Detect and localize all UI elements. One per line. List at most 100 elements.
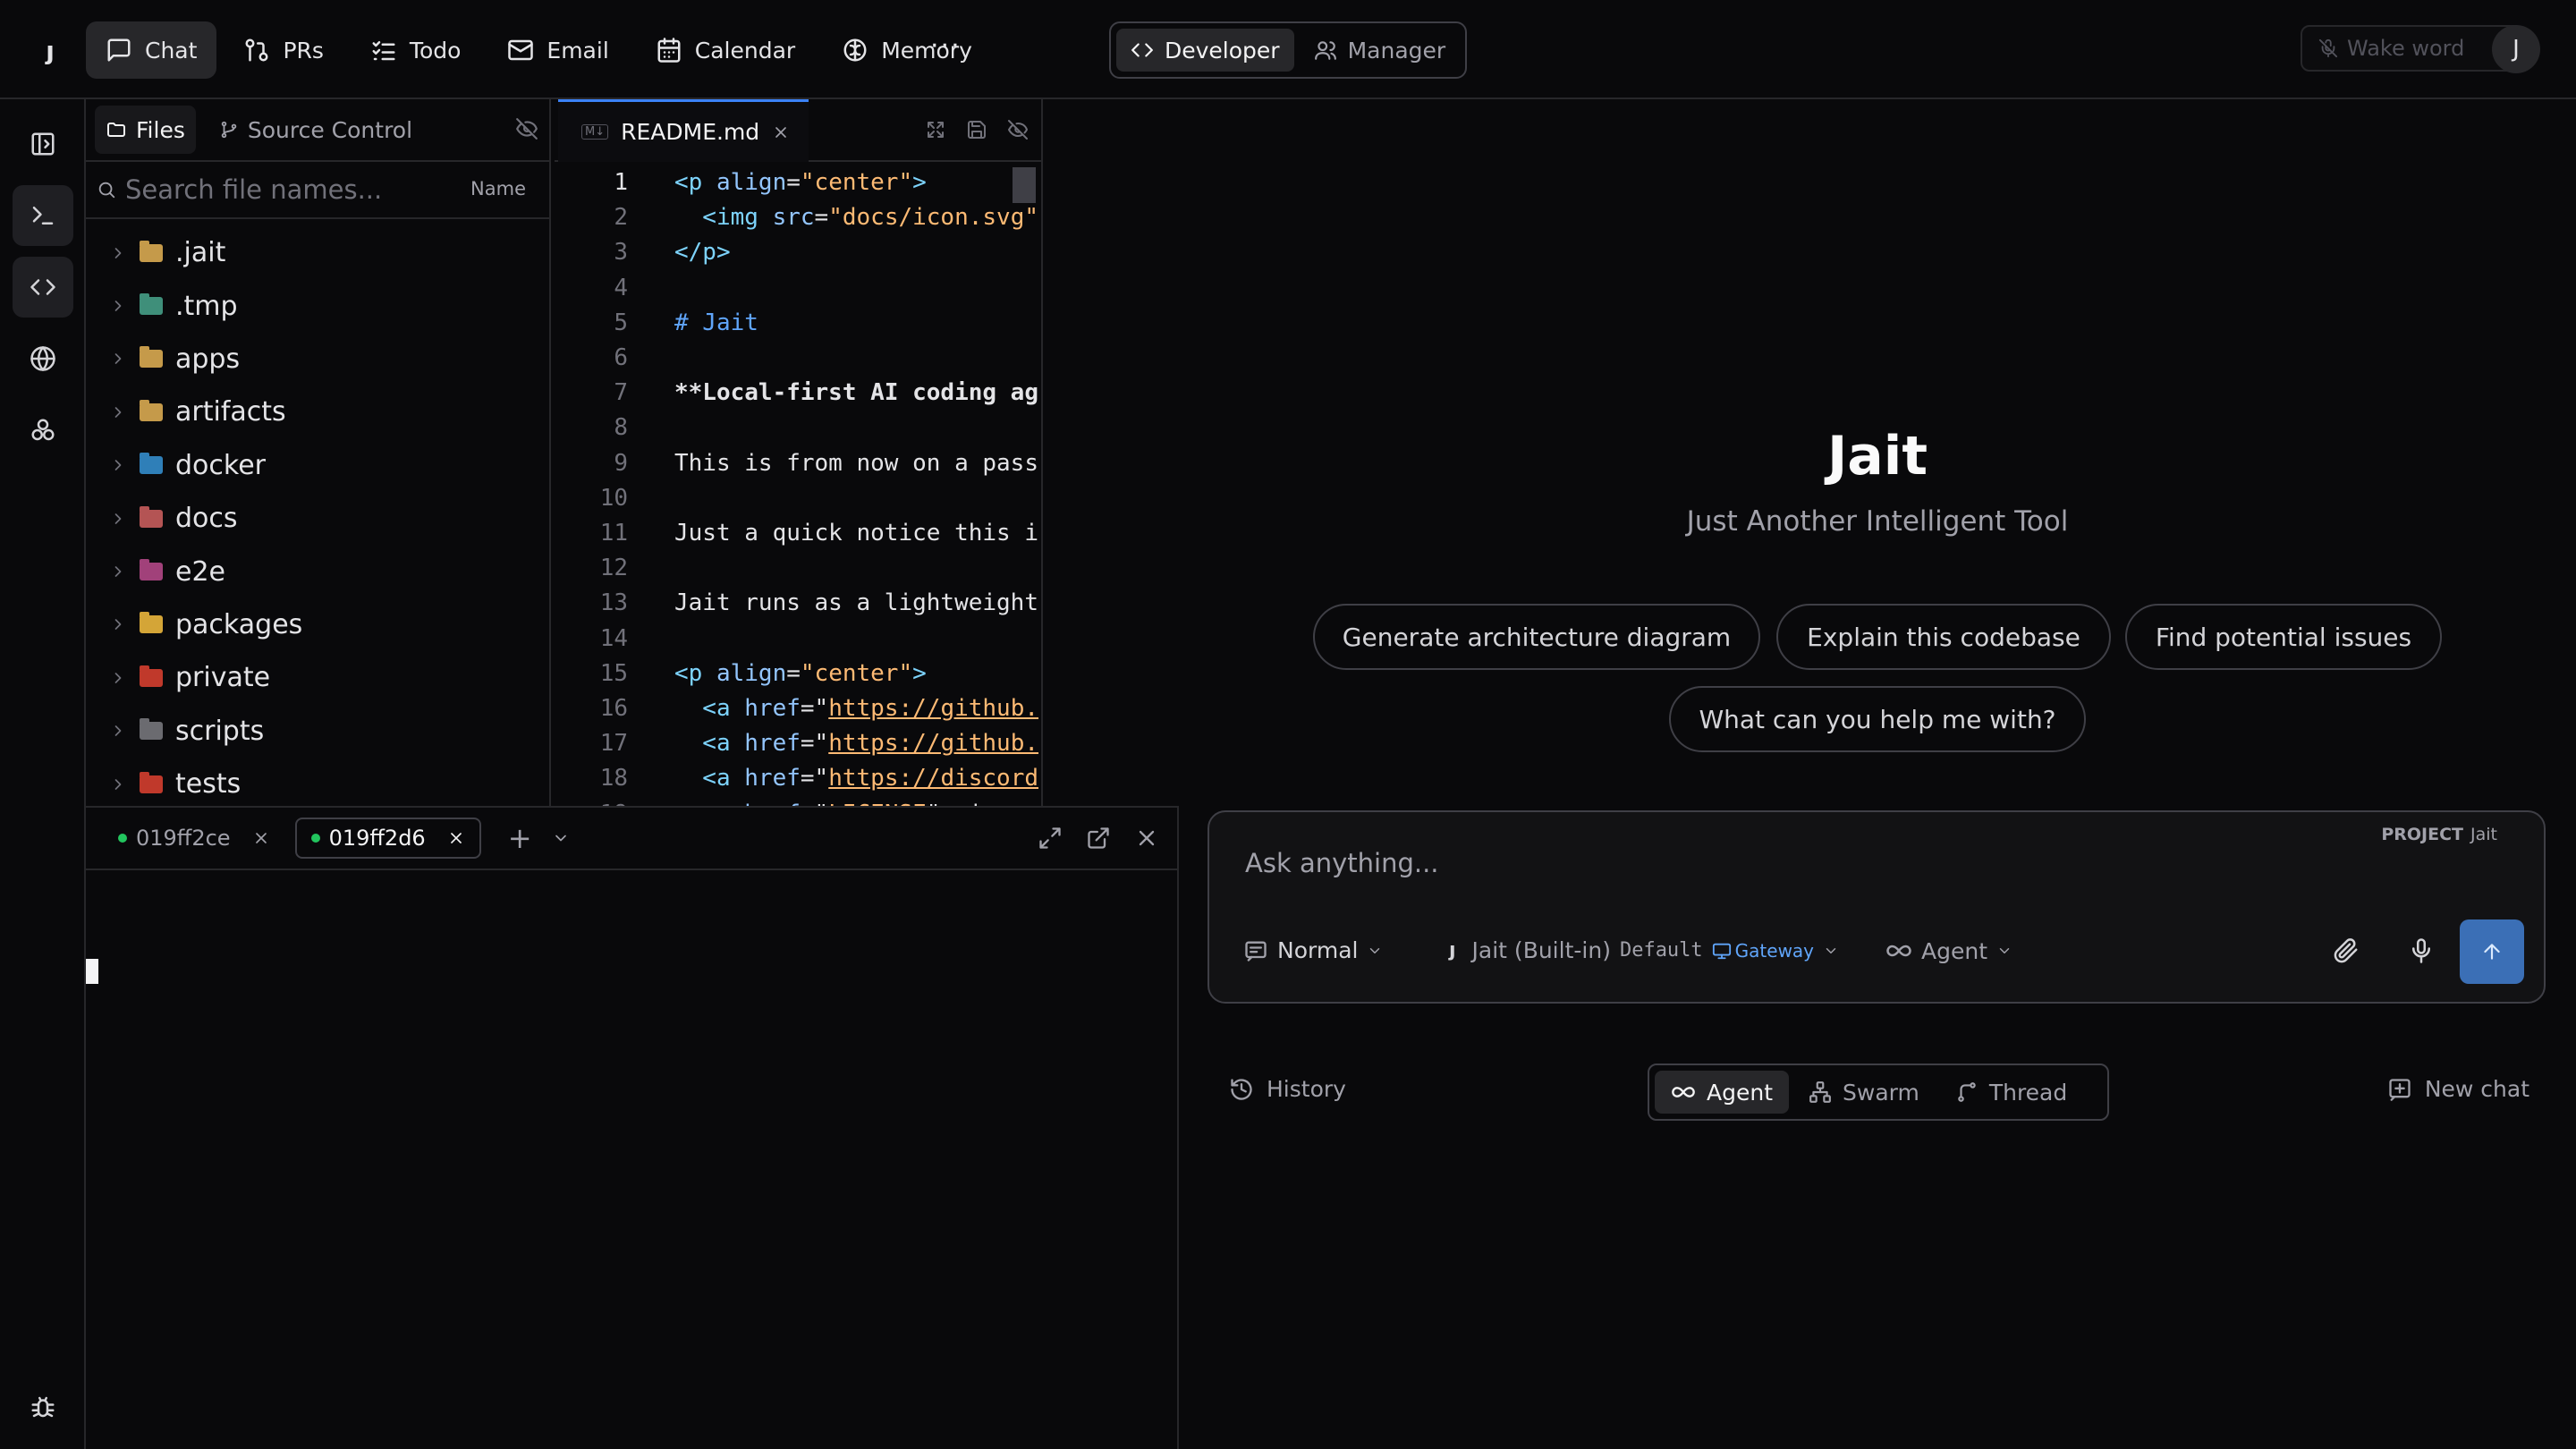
- mode-developer[interactable]: Developer: [1116, 29, 1294, 72]
- suggestion-chip[interactable]: Explain this codebase: [1776, 604, 2111, 670]
- editor-scrollbar[interactable]: [1013, 167, 1036, 203]
- save-icon[interactable]: [966, 119, 987, 140]
- code-area[interactable]: 1 <p align="center"> 2 <img src="docs/icon…: [555, 162, 1041, 806]
- folder-icon: [140, 612, 163, 634]
- sort-by-name-button[interactable]: Name: [470, 178, 526, 199]
- agent-selector[interactable]: Agent: [1885, 937, 2012, 964]
- nav-prs-label: PRs: [283, 37, 324, 64]
- nav-memory[interactable]: Memory: [822, 21, 992, 79]
- code-view-button[interactable]: [13, 257, 73, 318]
- tree-folder[interactable]: docs: [86, 492, 549, 545]
- close-icon[interactable]: [252, 829, 270, 847]
- line-number: 4: [614, 274, 628, 301]
- editor-tab-readme[interactable]: M↓ README.md: [558, 99, 809, 162]
- code-line: <a href="https://github.: [674, 695, 1039, 722]
- eye-off-icon[interactable]: [1007, 119, 1029, 140]
- terminal-tab[interactable]: 019ff2d6: [294, 818, 481, 859]
- terminal-tabs: 019ff2ce 019ff2d6 +: [86, 808, 1177, 870]
- paperclip-icon[interactable]: [2333, 937, 2360, 964]
- sidebar-icon: [31, 132, 55, 156]
- tree-folder[interactable]: tests: [86, 758, 549, 810]
- line-number: 12: [599, 555, 628, 582]
- tree-folder[interactable]: .tmp: [86, 279, 549, 332]
- maximize-icon[interactable]: [925, 119, 946, 140]
- nav-email[interactable]: Email: [487, 21, 628, 79]
- tree-folder[interactable]: .jait: [86, 226, 549, 279]
- tree-folder[interactable]: apps: [86, 333, 549, 386]
- user-avatar[interactable]: J: [2492, 25, 2540, 73]
- integrations-button[interactable]: [13, 400, 73, 461]
- nav-todo[interactable]: Todo: [351, 21, 480, 79]
- tree-folder[interactable]: artifacts: [86, 386, 549, 438]
- folder-icon: [140, 293, 163, 316]
- folder-name: scripts: [175, 715, 265, 747]
- line-number: 1: [614, 169, 628, 196]
- mode-manager-label: Manager: [1347, 37, 1446, 64]
- terminal-icon: [32, 207, 54, 225]
- new-terminal-button[interactable]: +: [508, 821, 532, 855]
- mode-label: Normal: [1277, 937, 1359, 963]
- hide-panel-button[interactable]: [515, 117, 538, 140]
- terminal-cursor[interactable]: [86, 959, 98, 984]
- tree-folder[interactable]: private: [86, 651, 549, 704]
- tree-folder[interactable]: docker: [86, 439, 549, 492]
- app-logo[interactable]: ȷ: [32, 32, 68, 68]
- chat-title: Jait: [1826, 425, 1928, 487]
- editor-tab-label: README.md: [621, 119, 760, 145]
- segment-agent[interactable]: Agent: [1655, 1071, 1789, 1114]
- folder-icon: [140, 771, 163, 793]
- close-icon[interactable]: [772, 123, 790, 141]
- maximize-icon[interactable]: [1038, 826, 1063, 851]
- folder-icon: [140, 718, 163, 741]
- wake-word-button[interactable]: Wake word: [2301, 25, 2524, 72]
- terminal-actions: [1038, 826, 1159, 851]
- close-icon[interactable]: [1134, 826, 1159, 851]
- code-line: <a href="https://github.: [674, 730, 1039, 758]
- tab-source-control[interactable]: Source Control: [208, 106, 423, 154]
- close-icon[interactable]: [447, 829, 465, 847]
- history-button[interactable]: History: [1229, 1076, 1346, 1102]
- nav-prs[interactable]: PRs: [224, 21, 343, 79]
- mode-manager[interactable]: Manager: [1300, 29, 1461, 72]
- tab-files[interactable]: Files: [95, 106, 196, 154]
- tree-folder[interactable]: packages: [86, 598, 549, 651]
- mode-switch: Developer Manager: [1109, 21, 1468, 79]
- model-selector[interactable]: ȷ Jait (Built-in) Default Gateway: [1449, 937, 1839, 963]
- microphone-icon[interactable]: [2408, 937, 2435, 964]
- new-chat-icon: [2389, 1078, 2411, 1101]
- line-number: 2: [614, 204, 628, 232]
- toggle-sidebar-button[interactable]: [13, 114, 73, 174]
- debug-button[interactable]: [13, 1377, 73, 1437]
- suggestion-chip[interactable]: Find potential issues: [2125, 604, 2442, 670]
- tree-folder[interactable]: e2e: [86, 545, 549, 597]
- terminal-button[interactable]: [13, 185, 73, 246]
- terminal-tab[interactable]: 019ff2ce: [104, 818, 284, 859]
- chevron-down-icon[interactable]: [552, 829, 570, 847]
- tree-folder[interactable]: scripts: [86, 705, 549, 758]
- suggestion-chip[interactable]: What can you help me with?: [1669, 686, 2086, 752]
- terminal-tab-label: 019ff2d6: [328, 826, 426, 851]
- gateway-label: Gateway: [1734, 939, 1815, 962]
- segment-thread[interactable]: Thread: [1939, 1071, 2083, 1114]
- chevron-right-icon: [114, 778, 122, 790]
- calendar-icon: [657, 38, 681, 63]
- folder-name: docs: [175, 503, 238, 535]
- folder-open-icon: [107, 123, 125, 137]
- line-number: 18: [599, 765, 628, 792]
- file-search: Name: [86, 162, 549, 219]
- status-dot: [310, 834, 320, 843]
- more-menu-icon[interactable]: ···: [930, 30, 962, 62]
- file-search-input[interactable]: [125, 174, 465, 205]
- new-chat-button[interactable]: New chat: [2387, 1076, 2529, 1102]
- segment-swarm[interactable]: Swarm: [1792, 1071, 1936, 1114]
- suggestion-chip[interactable]: Generate architecture diagram: [1313, 604, 1760, 670]
- line-number: 8: [614, 414, 628, 442]
- mode-selector[interactable]: Normal: [1243, 937, 1383, 963]
- chat-input[interactable]: Ask anything...: [1245, 848, 1439, 878]
- external-link-icon[interactable]: [1086, 826, 1111, 851]
- folder-name: docker: [175, 449, 266, 481]
- nav-calendar[interactable]: Calendar: [636, 21, 815, 79]
- browser-button[interactable]: [13, 328, 73, 389]
- nav-chat[interactable]: Chat: [86, 21, 217, 79]
- send-button[interactable]: [2460, 919, 2524, 984]
